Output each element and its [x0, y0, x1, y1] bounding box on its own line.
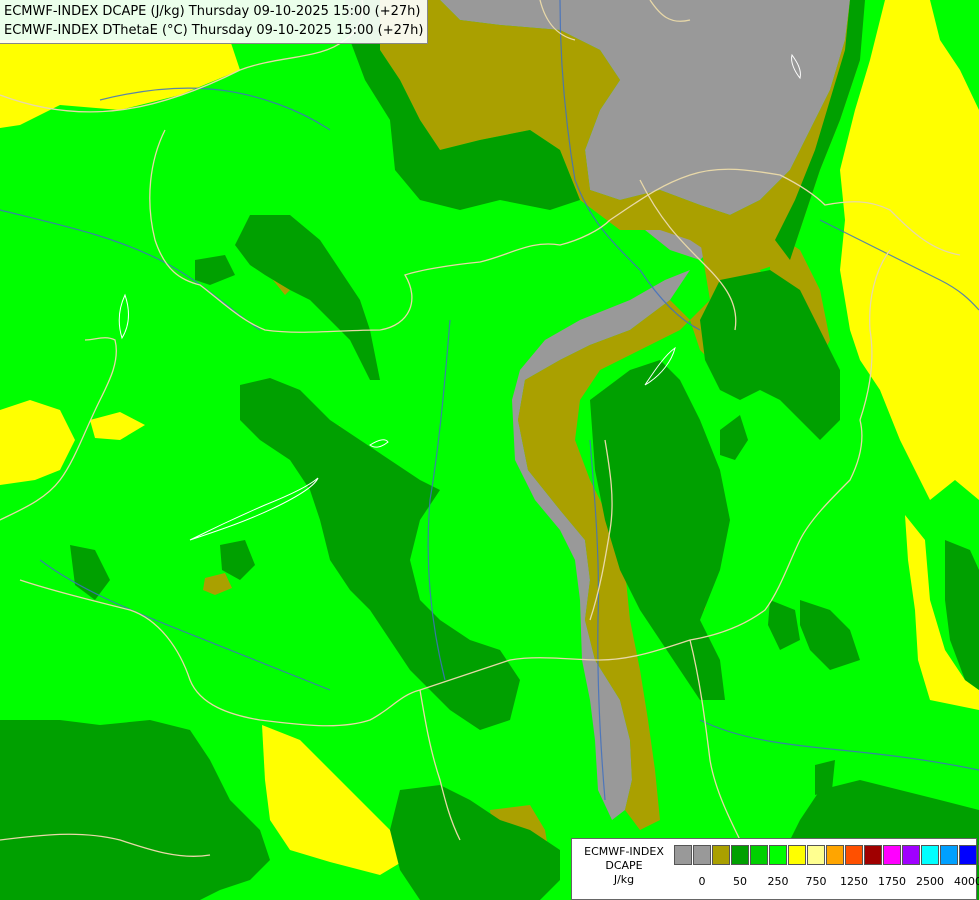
legend-swatch — [959, 845, 977, 865]
legend-title-field: DCAPE — [605, 859, 643, 872]
legend-tick-label: 50 — [733, 875, 747, 888]
title-line-dthetae: ECMWF-INDEX DThetaE (°C) Thursday 09-10-… — [4, 23, 424, 38]
legend-title-model: ECMWF-INDEX — [584, 845, 664, 858]
legend-swatch — [712, 845, 730, 865]
legend-tick-label: 0 — [698, 875, 706, 888]
legend-swatch — [902, 845, 920, 865]
legend-ticks: 0 50 250 750 1250 1750 2500 4000 — [674, 875, 979, 889]
legend-swatch — [826, 845, 844, 865]
legend-swatch — [845, 845, 863, 865]
color-legend: ECMWF-INDEX DCAPE J/kg 0 50 250 750 1250 1750… — [571, 838, 979, 900]
legend-title-unit: J/kg — [613, 873, 635, 886]
dark-green-small-bottom — [815, 760, 835, 795]
legend-swatch — [750, 845, 768, 865]
legend-tick-label: 250 — [767, 875, 789, 888]
legend-tick-label: 2500 — [916, 875, 944, 888]
dcape-map — [0, 0, 979, 900]
legend-tick-label: 4000 — [954, 875, 979, 888]
legend-title: ECMWF-INDEX DCAPE J/kg — [576, 845, 672, 887]
legend-tick-label: 750 — [805, 875, 827, 888]
legend-swatch — [674, 845, 692, 865]
map-title: ECMWF-INDEX DCAPE (J/kg) Thursday 09-10-… — [0, 0, 429, 44]
legend-swatch — [693, 845, 711, 865]
legend-swatch — [731, 845, 749, 865]
legend-tick-label: 1250 — [840, 875, 868, 888]
legend-swatch — [921, 845, 939, 865]
legend-swatch — [940, 845, 958, 865]
legend-swatches — [674, 845, 979, 867]
title-line-dcape: ECMWF-INDEX DCAPE (J/kg) Thursday 09-10-… — [4, 4, 421, 19]
legend-swatch — [807, 845, 825, 865]
legend-tick-label: 1750 — [878, 875, 906, 888]
legend-swatch — [769, 845, 787, 865]
legend-swatch — [788, 845, 806, 865]
legend-swatch — [883, 845, 901, 865]
legend-swatch — [864, 845, 882, 865]
